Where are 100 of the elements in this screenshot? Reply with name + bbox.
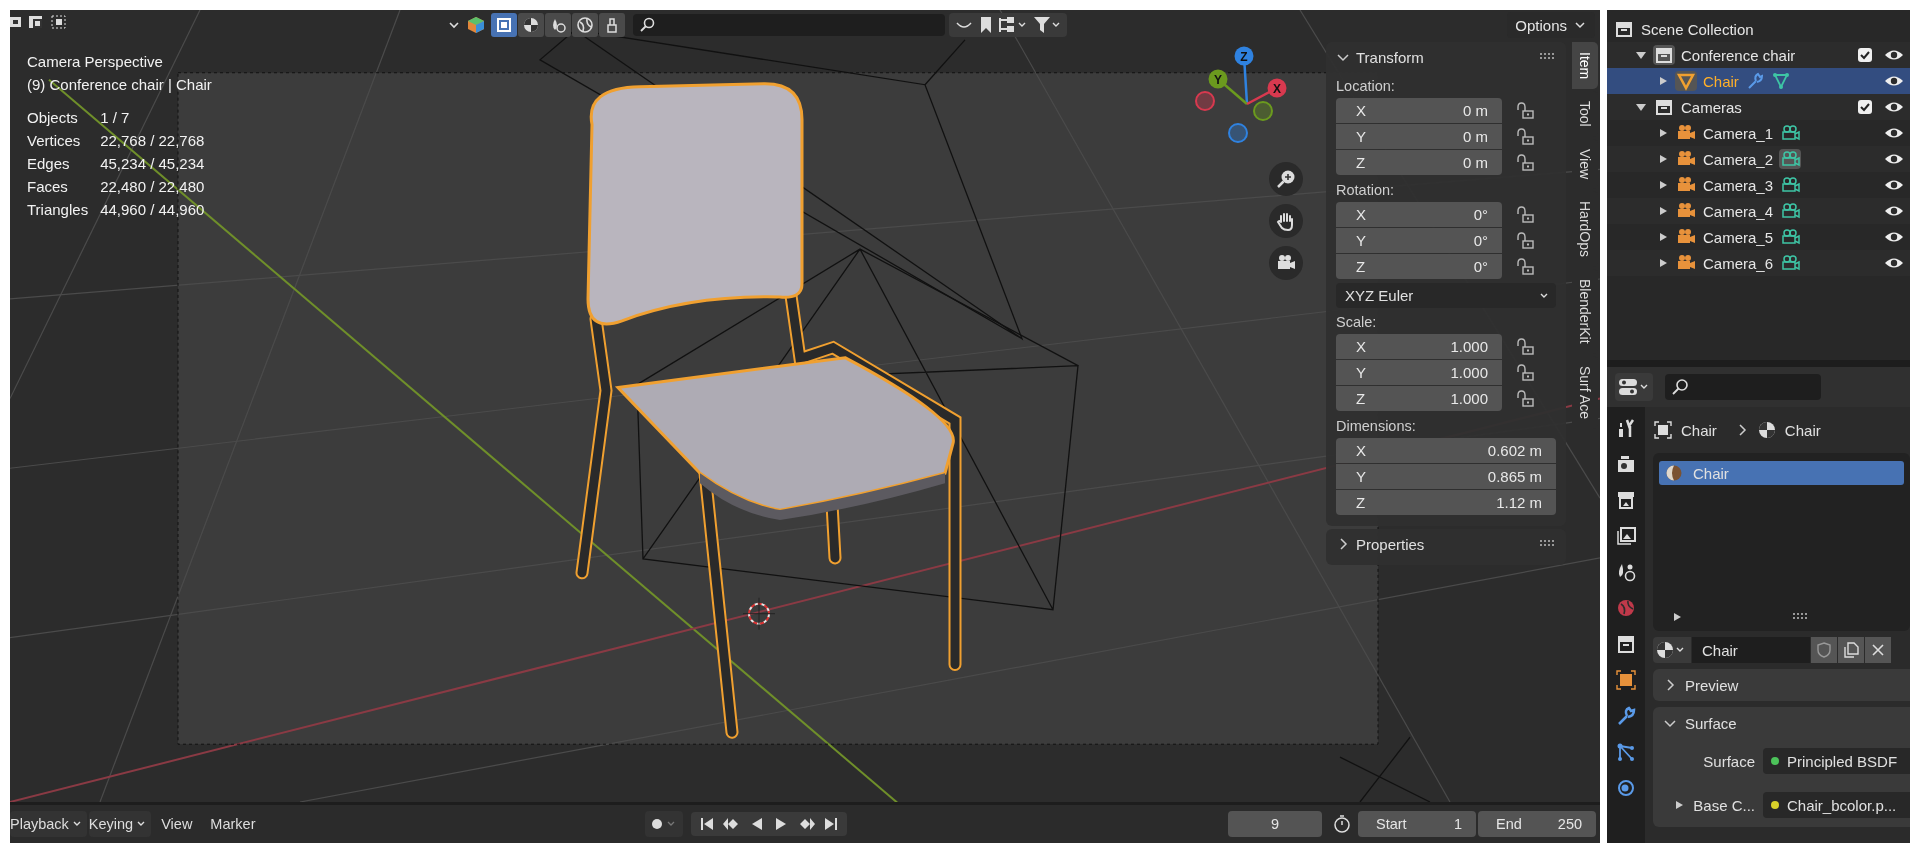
lock-icon[interactable]	[1516, 205, 1536, 224]
lock-icon[interactable]	[1516, 101, 1536, 120]
particles-icon[interactable]	[1615, 741, 1637, 763]
stopwatch-icon[interactable]	[1332, 814, 1352, 834]
printer-icon[interactable]	[1615, 489, 1637, 511]
camera-data-icon[interactable]	[1779, 123, 1802, 143]
checkbox[interactable]	[1858, 48, 1872, 62]
outliner-row[interactable]: Cameras	[1607, 94, 1910, 120]
node-link-field[interactable]: Principled BSDF	[1763, 748, 1910, 774]
outliner-row[interactable]: Chair	[1607, 68, 1910, 94]
timeline-menu[interactable]: Keying	[88, 811, 152, 837]
number-field[interactable]: Z 0°	[1336, 254, 1502, 279]
editor-type-button[interactable]	[1615, 373, 1653, 401]
render-icon[interactable]	[1615, 453, 1637, 475]
rendered-shading-button[interactable]	[572, 13, 598, 37]
number-field[interactable]: Y 0 m	[1336, 124, 1502, 149]
outliner-row[interactable]: Camera_1	[1607, 120, 1910, 146]
panel-title[interactable]: Surface	[1685, 714, 1737, 732]
axis-handle[interactable]	[1208, 69, 1248, 105]
number-field[interactable]: Z 1.12 m	[1336, 490, 1556, 515]
camera-data-icon[interactable]	[1779, 149, 1802, 169]
number-field[interactable]: Y 0.865 m	[1336, 464, 1556, 489]
physics-icon[interactable]	[1615, 777, 1637, 799]
fake-user-button[interactable]	[1811, 637, 1837, 663]
material-slot[interactable]: Chair	[1659, 461, 1904, 485]
number-field[interactable]: X 0 m	[1336, 98, 1502, 123]
number-field[interactable]: Y 0°	[1336, 228, 1502, 253]
axis-handle[interactable]	[1253, 101, 1273, 121]
solid-shading-button[interactable]	[518, 13, 544, 37]
number-field[interactable]: Z 0 m	[1336, 150, 1502, 175]
duplicate-button[interactable]	[1838, 637, 1864, 663]
edit-button[interactable]	[599, 13, 625, 37]
disclosure-triangle-icon[interactable]	[1657, 231, 1669, 243]
breadcrumb-item[interactable]: Chair	[1681, 421, 1717, 439]
select-mode-icon[interactable]	[10, 14, 24, 30]
disclosure-triangle-icon[interactable]	[1657, 75, 1669, 87]
timeline-menu[interactable]: View	[153, 811, 201, 837]
axis-handle[interactable]	[1234, 46, 1254, 105]
panel-title[interactable]: Properties	[1356, 535, 1425, 553]
material-shading-button[interactable]	[545, 13, 571, 37]
camera-data-icon[interactable]	[1779, 253, 1802, 273]
camera-data-icon[interactable]	[1779, 227, 1802, 247]
rotation-mode-dropdown[interactable]: XYZ Euler	[1336, 283, 1556, 308]
checkbox[interactable]	[1858, 100, 1872, 114]
lock-icon[interactable]	[1516, 389, 1536, 408]
auto-keying-button[interactable]	[644, 811, 683, 837]
outliner-row[interactable]: Camera_3	[1607, 172, 1910, 198]
image-stack-icon[interactable]	[1615, 525, 1637, 547]
disclosure-triangle-icon[interactable]	[1657, 179, 1669, 191]
current-frame-field[interactable]: 9	[1228, 811, 1322, 837]
lock-icon[interactable]	[1516, 257, 1536, 276]
timeline-menu[interactable]: Marker	[202, 811, 264, 837]
number-field[interactable]: Z 1.000	[1336, 386, 1502, 411]
object-icon[interactable]	[1615, 669, 1637, 691]
search-field[interactable]	[633, 14, 945, 36]
search-field[interactable]	[1665, 374, 1821, 400]
timeline-menu[interactable]: Playback	[10, 811, 87, 837]
lock-icon[interactable]	[1516, 153, 1536, 172]
number-field[interactable]: X 0.602 m	[1336, 438, 1556, 463]
disclosure-triangle-icon[interactable]	[1673, 799, 1685, 811]
disclosure-triangle-icon[interactable]	[1657, 257, 1669, 269]
mesh-data-icon[interactable]	[1770, 71, 1791, 91]
disclosure-triangle-icon[interactable]	[1671, 611, 1683, 623]
disclosure-triangle-icon[interactable]	[1635, 49, 1647, 61]
collection-icon[interactable]	[1615, 633, 1637, 655]
breadcrumb-item[interactable]: Chair	[1784, 421, 1821, 439]
outliner-row[interactable]: Conference chair	[1607, 42, 1910, 68]
disclosure-triangle-icon[interactable]	[1657, 127, 1669, 139]
outliner-row[interactable]: Scene Collection	[1607, 16, 1910, 42]
camera-data-icon[interactable]	[1779, 201, 1802, 221]
drag-handle-icon[interactable]	[1793, 613, 1809, 621]
number-field[interactable]: X 1.000	[1336, 334, 1502, 359]
disclosure-triangle-icon[interactable]	[1657, 205, 1669, 217]
number-field[interactable]: Y 1.000	[1336, 360, 1502, 385]
panel-title[interactable]: Preview	[1685, 676, 1739, 694]
end-frame-field[interactable]: End 250	[1478, 811, 1596, 837]
axis-handle[interactable]	[1195, 91, 1215, 111]
start-frame-field[interactable]: Start 1	[1358, 811, 1476, 837]
sidebar-tab[interactable]: Item	[1572, 42, 1598, 90]
outliner-row[interactable]: Camera_6	[1607, 250, 1910, 276]
lock-icon[interactable]	[1516, 127, 1536, 146]
number-field[interactable]: X 0°	[1336, 202, 1502, 227]
select-mode-icon[interactable]	[50, 14, 68, 30]
globe-icon[interactable]	[1615, 597, 1637, 619]
outliner-row[interactable]: Camera_5	[1607, 224, 1910, 250]
lock-icon[interactable]	[1516, 231, 1536, 250]
overlay-toggle-button[interactable]	[491, 13, 517, 37]
material-name-field[interactable]: Chair	[1692, 637, 1810, 663]
close-button[interactable]	[1865, 637, 1891, 663]
outliner-row[interactable]: Camera_2	[1607, 146, 1910, 172]
node-link-field[interactable]: Chair_bcolor.p...	[1763, 792, 1910, 818]
disclosure-triangle-icon[interactable]	[1635, 101, 1647, 113]
axis-handle[interactable]	[1228, 123, 1248, 143]
panel-title[interactable]: Transform	[1356, 48, 1424, 66]
drag-handle-icon[interactable]	[1540, 540, 1556, 548]
camera-data-icon[interactable]	[1779, 175, 1802, 195]
outliner-row[interactable]: Camera_4	[1607, 198, 1910, 224]
disclosure-triangle-icon[interactable]	[1657, 153, 1669, 165]
lock-icon[interactable]	[1516, 363, 1536, 382]
material-browse-button[interactable]	[1653, 637, 1691, 663]
